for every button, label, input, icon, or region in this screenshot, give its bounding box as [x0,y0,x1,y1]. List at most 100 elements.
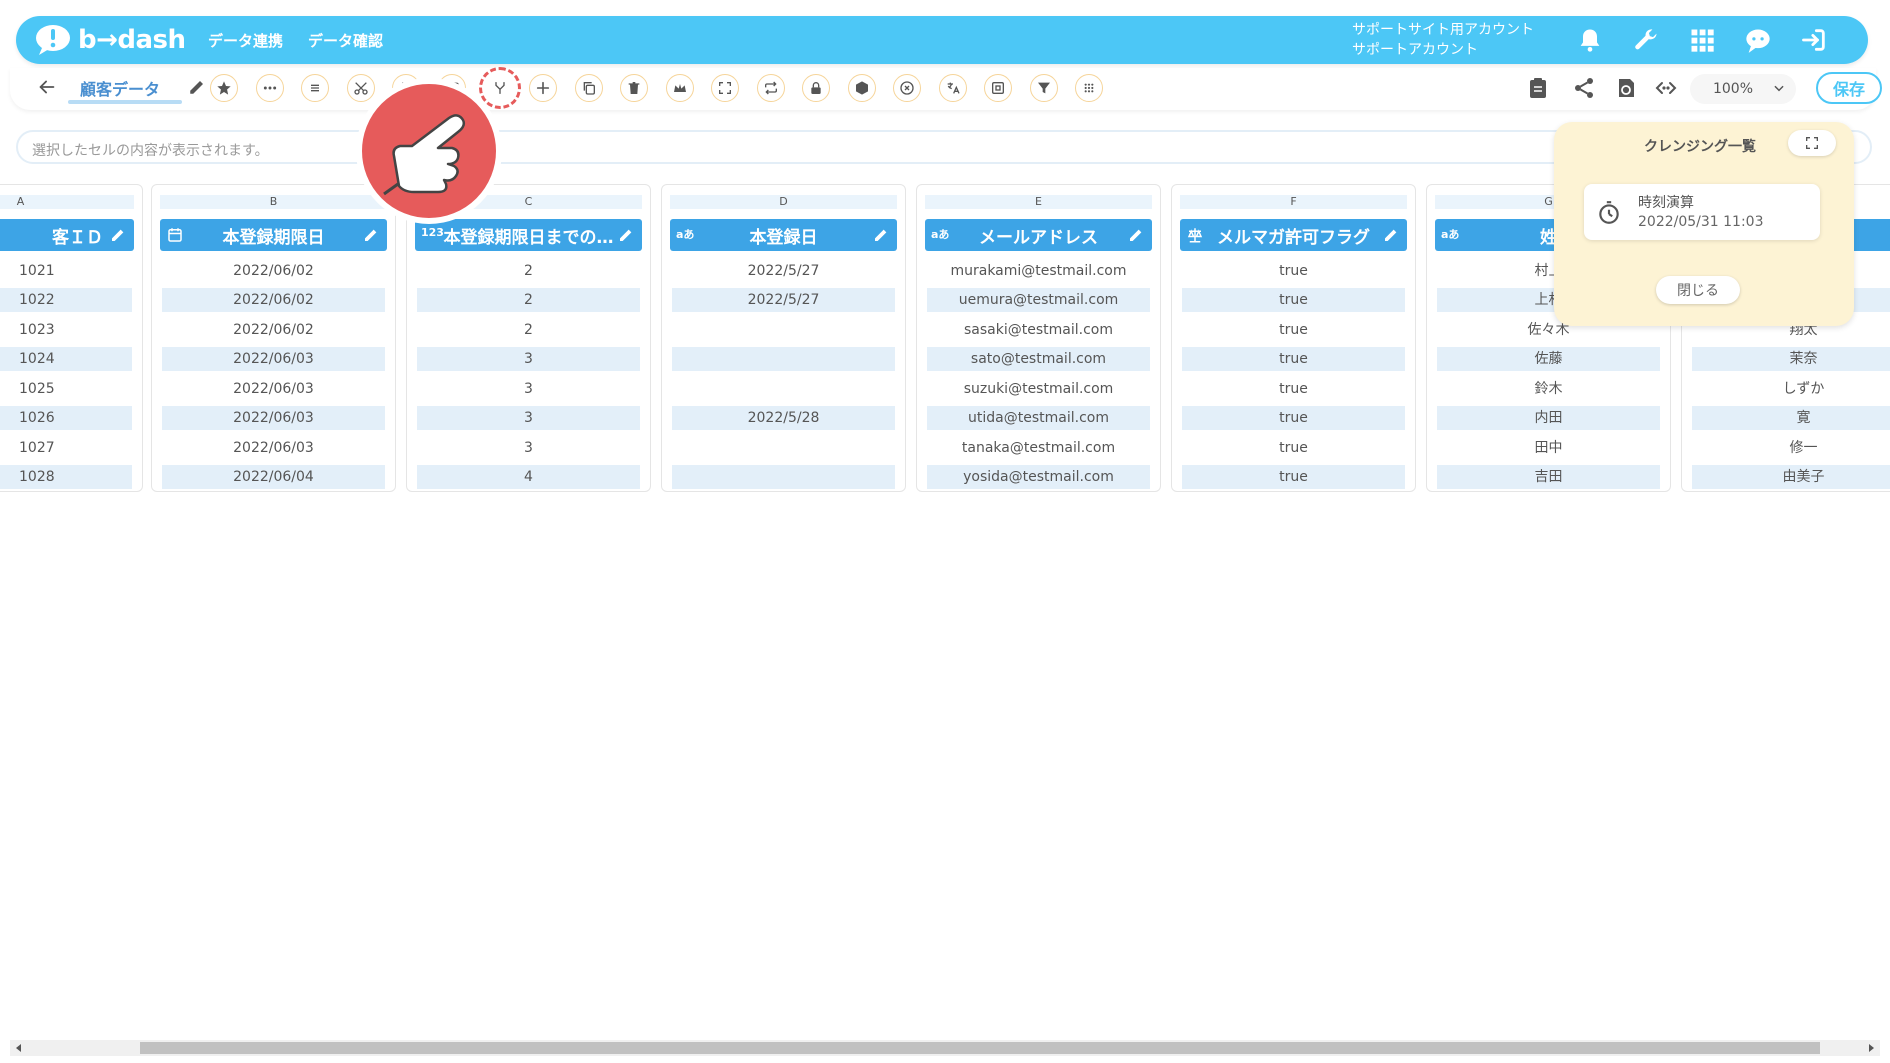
table-cell[interactable]: 2 [417,288,640,312]
table-cell[interactable]: 田中 [1437,436,1660,460]
sheet-title[interactable]: 顧客データ [80,76,160,100]
table-cell[interactable] [672,465,895,489]
table-cell[interactable] [672,377,895,401]
table-cell[interactable]: 2022/06/04 [162,465,385,489]
expand-arrows-icon[interactable] [711,74,739,102]
table-cell[interactable]: 寛 [1692,406,1890,430]
box-icon[interactable] [848,74,876,102]
table-cell[interactable]: 修一 [1692,436,1890,460]
edit-pencil-icon[interactable] [873,227,889,243]
table-cell[interactable]: tanaka@testmail.com [927,436,1150,460]
share-icon[interactable] [1572,76,1596,100]
history-icon[interactable] [1614,76,1638,100]
edit-pencil-icon[interactable] [363,227,379,243]
table-cell[interactable] [672,318,895,342]
table-cell[interactable]: yosida@testmail.com [927,465,1150,489]
table-cell[interactable]: 3 [417,406,640,430]
table-cell[interactable]: true [1182,377,1405,401]
table-cell[interactable]: 2022/06/03 [162,436,385,460]
scroll-right-icon[interactable] [1866,1043,1876,1053]
table-cell[interactable]: uemura@testmail.com [927,288,1150,312]
edit-title-pencil-icon[interactable] [188,78,206,96]
account-info[interactable]: サポートサイト用アカウント サポートアカウント [1352,20,1534,60]
column-letter[interactable]: D [670,195,897,209]
scroll-left-icon[interactable] [14,1043,24,1053]
table-cell[interactable] [672,436,895,460]
horizontal-scrollbar[interactable] [10,1040,1880,1056]
table-cell[interactable]: true [1182,347,1405,371]
zoom-select[interactable]: 100% [1690,74,1796,104]
table-cell[interactable]: 2022/5/27 [672,288,895,312]
save-button[interactable]: 保存 [1816,72,1882,104]
table-cell[interactable]: 2022/06/02 [162,259,385,283]
edit-pencil-icon[interactable] [1128,227,1144,243]
add-plus-icon[interactable] [529,74,557,102]
crown-icon[interactable] [666,74,694,102]
table-cell[interactable]: 3 [417,436,640,460]
column-header[interactable]: aあ メールアドレス [925,219,1152,251]
logout-icon[interactable] [1800,26,1828,54]
table-cell[interactable]: 2022/06/03 [162,377,385,401]
table-cell[interactable]: sasaki@testmail.com [927,318,1150,342]
table-cell[interactable]: 3 [417,347,640,371]
column-letter[interactable]: B [160,195,387,209]
table-cell[interactable]: 1027 [0,436,132,460]
table-cell[interactable]: 2022/06/02 [162,288,385,312]
table-cell[interactable]: 1026 [0,406,132,430]
nav-data-link[interactable]: データ連携 [208,30,283,51]
back-arrow-icon[interactable] [36,76,58,98]
column-header[interactable]: aあ 本登録日 [670,219,897,251]
bell-icon[interactable] [1576,26,1604,54]
code-brackets-icon[interactable] [1654,76,1678,100]
table-cell[interactable]: suzuki@testmail.com [927,377,1150,401]
scrollbar-thumb[interactable] [140,1042,1820,1054]
list-lines-icon[interactable] [301,74,329,102]
table-cell[interactable]: 4 [417,465,640,489]
table-cell[interactable]: 由美子 [1692,465,1890,489]
trash-icon[interactable] [620,74,648,102]
column-letter[interactable]: F [1180,195,1407,209]
table-cell[interactable]: 2022/06/03 [162,406,385,430]
column-header[interactable]: 客ＩＤ [0,219,134,251]
table-cell[interactable]: 1028 [0,465,132,489]
table-cell[interactable]: true [1182,259,1405,283]
table-cell[interactable]: 2 [417,259,640,283]
table-cell[interactable]: しずか [1692,377,1890,401]
table-cell[interactable]: 2022/06/02 [162,318,385,342]
edit-pencil-icon[interactable] [110,227,126,243]
table-cell[interactable]: true [1182,288,1405,312]
table-cell[interactable]: 1025 [0,377,132,401]
table-cell[interactable]: 内田 [1437,406,1660,430]
column-header[interactable]: 本登録期限日 [160,219,387,251]
table-cell[interactable]: 茉奈 [1692,347,1890,371]
table-cell[interactable] [672,347,895,371]
filter-icon[interactable] [1030,74,1058,102]
bdash-logo[interactable]: b→dash [34,22,186,58]
table-cell[interactable]: 2022/5/28 [672,406,895,430]
table-cell[interactable]: true [1182,318,1405,342]
frame-icon[interactable] [984,74,1012,102]
favorite-star-icon[interactable] [210,74,238,102]
table-cell[interactable]: 吉田 [1437,465,1660,489]
table-cell[interactable]: 3 [417,377,640,401]
table-cell[interactable]: utida@testmail.com [927,406,1150,430]
chat-icon[interactable] [1744,26,1772,54]
table-cell[interactable]: 1023 [0,318,132,342]
close-button[interactable]: 閉じる [1656,276,1740,304]
lock-icon[interactable] [802,74,830,102]
translate-icon[interactable] [939,74,967,102]
copy-icon[interactable] [575,74,603,102]
table-cell[interactable]: murakami@testmail.com [927,259,1150,283]
table-cell[interactable]: 2022/5/27 [672,259,895,283]
table-cell[interactable]: 1024 [0,347,132,371]
expand-fullscreen-icon[interactable] [1788,130,1836,156]
table-cell[interactable]: sato@testmail.com [927,347,1150,371]
repeat-icon[interactable] [757,74,785,102]
table-cell[interactable]: 1021 [0,259,132,283]
nav-data-check[interactable]: データ確認 [308,30,383,51]
column-letter[interactable]: A [0,195,134,209]
table-cell[interactable]: 2022/06/03 [162,347,385,371]
table-cell[interactable]: 1022 [0,288,132,312]
table-cell[interactable]: true [1182,406,1405,430]
grid-dots-icon[interactable] [1075,74,1103,102]
